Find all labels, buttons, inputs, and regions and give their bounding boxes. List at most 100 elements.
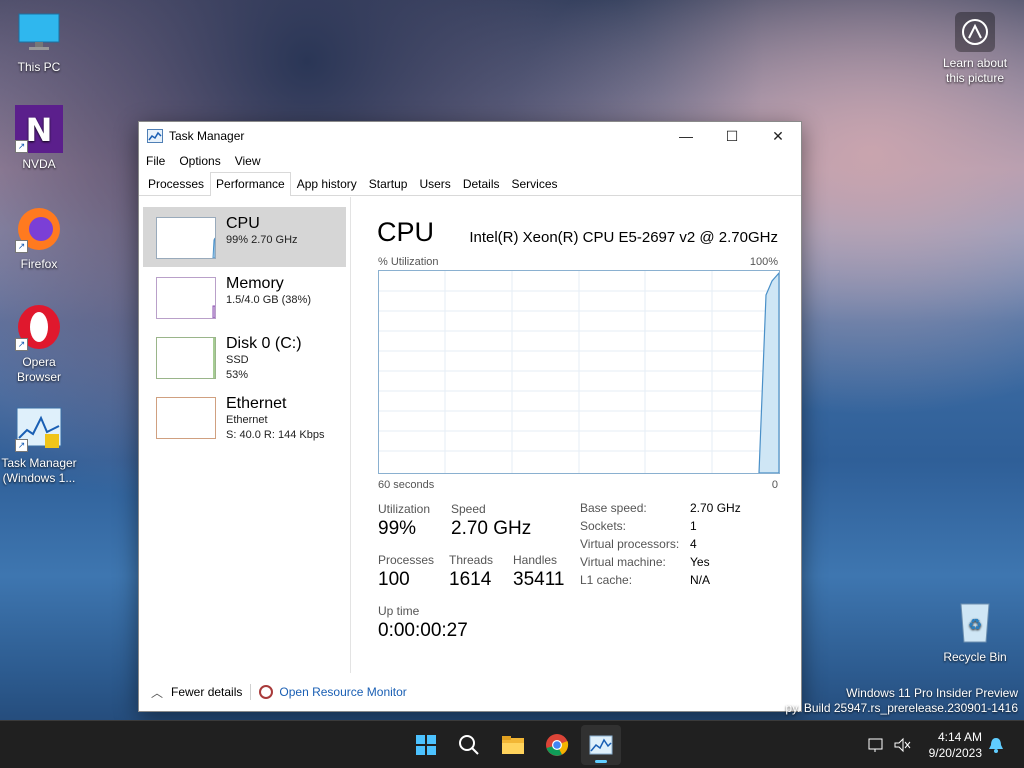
spec-key: L1 cache: [580,573,633,587]
start-icon [416,735,436,755]
minimize-button[interactable]: — [663,122,709,150]
desktop-icon-firefox[interactable]: ↗ Firefox [0,205,78,272]
cpu-graph-svg [379,271,779,473]
cpu-detail-panel: CPU Intel(R) Xeon(R) CPU E5-2697 v2 @ 2.… [351,197,801,673]
desktop-icon-opera[interactable]: ↗ Opera Browser [0,303,78,385]
open-resource-monitor-link[interactable]: Open Resource Monitor [279,685,406,699]
tab-services[interactable]: Services [506,172,564,195]
recycle-bin-icon: ♻ [951,598,999,646]
sidebar-disk-type: SSD [226,354,249,366]
sidebar-disk-name: Disk 0 (C:) [226,335,302,352]
cpu-utilization-graph [378,270,780,474]
spec-value: 2.70 GHz [690,501,741,515]
chevron-up-icon[interactable]: ︿ [151,684,163,701]
bell-icon [989,738,1003,753]
sidebar-ethernet-throughput: S: 40.0 R: 144 Kbps [226,429,325,441]
monitor-icon [15,8,63,56]
clock-date: 9/20/2023 [928,746,982,760]
close-icon: ✕ [772,127,784,144]
spec-value: Yes [690,555,710,569]
sidebar-item-disk[interactable]: Disk 0 (C:) SSD 53% [143,327,346,387]
maximize-button[interactable]: ☐ [709,122,755,150]
sidebar-item-ethernet[interactable]: Ethernet Ethernet S: 40.0 R: 144 Kbps [143,387,346,447]
spec-row: Virtual processors: 4 [580,535,741,553]
cpu-model: Intel(R) Xeon(R) CPU E5-2697 v2 @ 2.70GH… [469,229,778,246]
spec-row: L1 cache: N/A [580,571,741,589]
sidebar-item-cpu[interactable]: CPU 99% 2.70 GHz [143,207,346,267]
active-indicator [595,760,607,763]
fewer-details-link[interactable]: Fewer details [171,685,242,699]
disk-mini-graph [156,337,216,379]
opera-icon: ↗ [15,303,63,351]
menu-view[interactable]: View [235,154,261,168]
spec-value: 4 [690,537,697,551]
threads-value: 1614 [449,569,492,590]
desktop-icon-task-manager[interactable]: ↗ Task Manager (Windows 1... [0,404,78,486]
desktop-icon-this-pc[interactable]: This PC [0,8,78,75]
chrome-button[interactable] [537,725,577,765]
sidebar-cpu-name: CPU [226,215,260,232]
desktop-icon-label: Recycle Bin [943,650,1007,664]
window-title: Task Manager [169,129,245,143]
task-manager-icon: ↗ [15,404,63,452]
learn-about-picture[interactable]: Learn about this picture [936,12,1014,86]
search-button[interactable] [449,725,489,765]
processes-label: Processes [378,553,435,567]
volume-muted-icon [894,737,911,753]
minimize-icon: — [679,128,693,144]
notifications-button[interactable] [984,725,1008,765]
desktop-icon-label: Opera Browser [16,355,61,384]
menu-bar: File Options View [139,150,801,172]
desktop-icon-nvda[interactable]: N ↗ NVDA [0,105,78,172]
tab-processes[interactable]: Processes [142,172,210,195]
cpu-mini-graph [156,217,216,259]
file-explorer-button[interactable] [493,725,533,765]
menu-file[interactable]: File [146,154,165,168]
spec-row: Base speed: 2.70 GHz [580,499,741,517]
maximize-icon: ☐ [725,127,739,144]
memory-mini-graph [156,277,216,319]
volume-tray-button[interactable] [890,725,914,765]
network-tray-button[interactable] [864,725,888,765]
system-clock[interactable]: 4:14 AM 9/20/2023 [929,729,982,761]
task-manager-icon [589,735,613,755]
handles-label: Handles [513,553,558,567]
tab-app-history[interactable]: App history [291,172,363,195]
title-bar[interactable]: Task Manager — ☐ ✕ [139,122,801,150]
learn-about-label: Learn about this picture [942,56,1008,85]
window-footer: ︿ Fewer details Open Resource Monitor [139,673,801,711]
uptime-label: Up time [378,604,420,618]
utilization-label: Utilization [378,502,431,516]
spec-key: Virtual processors: [580,537,680,551]
shortcut-arrow-icon: ↗ [15,338,28,351]
shortcut-arrow-icon: ↗ [15,439,28,452]
desktop-icon-recycle-bin[interactable]: ♻ Recycle Bin [936,598,1014,665]
tab-performance[interactable]: Performance [210,172,291,196]
menu-options[interactable]: Options [179,154,220,168]
shortcut-arrow-icon: ↗ [15,140,28,153]
sidebar-item-memory[interactable]: Memory 1.5/4.0 GB (38%) [143,267,346,327]
close-button[interactable]: ✕ [755,122,801,150]
sidebar-memory-sub: 1.5/4.0 GB (38%) [226,294,311,306]
resource-sidebar: CPU 99% 2.70 GHz Memory 1.5/4.0 GB (38%) [139,197,351,673]
desktop-icon-label: This PC [17,60,61,74]
firefox-icon: ↗ [15,205,63,253]
task-manager-icon [147,129,163,143]
network-icon [868,738,883,752]
tab-users[interactable]: Users [413,172,456,195]
tab-startup[interactable]: Startup [363,172,414,195]
task-manager-taskbar-button[interactable] [581,725,621,765]
cpu-specs: Base speed: 2.70 GHz Sockets: 1 Virtual pr… [580,499,741,589]
shortcut-arrow-icon: ↗ [15,240,28,253]
resource-monitor-icon [259,685,274,699]
graph-label-utilization: % Utilization [378,256,439,268]
stat-utilization: Utilization 99% [378,502,430,542]
svg-text:N: N [26,111,53,149]
graph-time-right: 0 [771,479,778,491]
camera-info-icon [955,12,995,52]
start-button[interactable] [406,725,446,765]
task-manager-window: Task Manager — ☐ ✕ File Options View Pro… [138,121,802,712]
spec-row: Virtual machine: Yes [580,553,741,571]
tab-details[interactable]: Details [457,172,506,195]
stat-speed: Speed 2.70 GHz [451,502,531,542]
